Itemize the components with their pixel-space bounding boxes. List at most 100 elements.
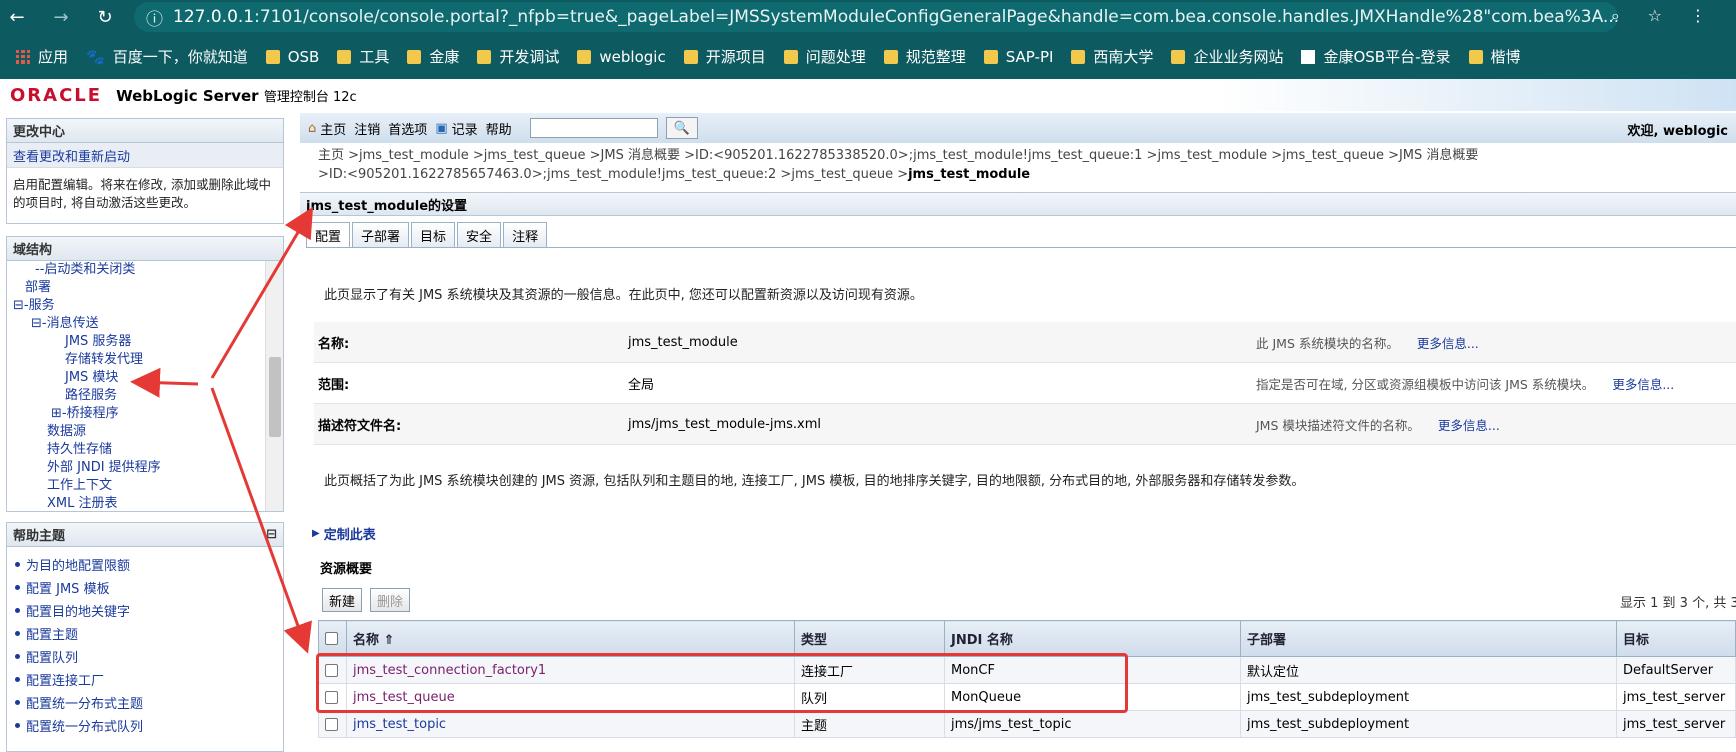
zoom-icon[interactable]: ⌕ (1611, 6, 1620, 26)
menu-icon[interactable]: ⋮ (1690, 6, 1706, 26)
tree-item-data-sources[interactable]: 数据源 (7, 423, 283, 441)
more-info-link[interactable]: 更多信息... (1612, 374, 1674, 393)
bullet-icon (15, 585, 20, 590)
column-jndi[interactable]: JNDI 名称 (944, 620, 1241, 657)
delete-button[interactable]: 删除 (370, 588, 411, 612)
property-help: 指定是否可在域, 分区或资源组模板中访问该 JMS 系统模块。 (1256, 376, 1595, 392)
help-link[interactable]: 配置目的地关键字 (15, 599, 277, 622)
tree-item-xml-registries[interactable]: XML 注册表 (7, 495, 283, 511)
more-info-link[interactable]: 更多信息... (1417, 333, 1479, 352)
bullet-icon (15, 562, 20, 567)
tree-item-work-contexts[interactable]: 工作上下文 (7, 477, 283, 495)
bookmark-star-icon[interactable]: ☆ (1648, 6, 1662, 26)
search-input[interactable] (529, 118, 658, 138)
column-name[interactable]: 名称 ⇑ (346, 620, 795, 657)
help-link[interactable]: 为目的地配置限额 (15, 553, 277, 576)
tree-item-path-services[interactable]: 路径服务 (7, 387, 283, 405)
forward-icon[interactable]: → (44, 0, 78, 34)
bookmark-folder[interactable]: 工具 (337, 46, 389, 67)
bookmark-apps[interactable]: 应用 (16, 46, 68, 67)
breadcrumb-path[interactable]: 主页 >jms_test_module >jms_test_queue >JMS… (318, 148, 1478, 182)
back-icon[interactable]: ← (0, 0, 34, 34)
bookmark-baidu[interactable]: 🐾 百度一下，你就知道 (86, 46, 248, 67)
tab-targets[interactable]: 目标 (411, 222, 456, 248)
tab-configuration[interactable]: 配置 (306, 222, 351, 248)
breadcrumb-current: jms_test_module (908, 167, 1031, 182)
bookmark-folder[interactable]: 规范整理 (883, 46, 966, 67)
help-link[interactable]: 配置队列 (15, 645, 277, 668)
bookmark-folder[interactable]: 金康 (407, 46, 459, 67)
bookmark-folder[interactable]: 楷博 (1468, 46, 1521, 67)
bullet-icon (15, 700, 20, 705)
property-label: 范围: (318, 377, 350, 393)
address-bar[interactable]: ⓘ 127.0.0.1:7101/console/console.portal?… (134, 2, 1618, 32)
home-link[interactable]: ⌂ 主页 (308, 119, 346, 138)
tree-item-persistent-stores[interactable]: 持久性存储 (7, 441, 283, 459)
property-label: 名称: (318, 336, 350, 352)
logout-link[interactable]: 注销 (354, 119, 380, 138)
resource-target: DefaultServer (1616, 656, 1736, 684)
tree-scrollbar[interactable] (265, 261, 283, 511)
help-link[interactable]: 帮助 (486, 119, 512, 138)
tree-item-services[interactable]: ⊟-服务 (7, 297, 283, 315)
bookmark-folder[interactable]: 西南大学 (1071, 46, 1153, 67)
bookmark-folder[interactable]: 开发调试 (477, 46, 559, 67)
column-type[interactable]: 类型 (794, 620, 945, 657)
bookmark-folder[interactable]: 企业业务网站 (1171, 46, 1283, 67)
tree-item-saf-agents[interactable]: 存储转发代理 (7, 351, 283, 369)
tree-item-bridges[interactable]: ⊞-桥接程序 (7, 405, 283, 423)
collapse-icon[interactable]: ⊟ (266, 527, 277, 542)
row-checkbox[interactable] (325, 663, 338, 677)
tree-item-deployments[interactable]: 部署 (7, 279, 283, 297)
property-row: 名称: jms_test_module 此 JMS 系统模块的名称。 更多信息..… (314, 322, 1736, 363)
folder-icon (683, 49, 698, 64)
tree-item-startup-classes[interactable]: --启动类和关闭类 (7, 261, 283, 279)
column-target[interactable]: 目标 (1616, 620, 1736, 657)
row-checkbox[interactable] (325, 717, 338, 731)
search-button[interactable]: 🔍 (665, 117, 698, 139)
bookmark-jinkang-osb[interactable]: 金康OSB平台-登录 (1301, 46, 1451, 67)
preferences-link[interactable]: 首选项 (388, 119, 427, 138)
property-value: jms_test_module (628, 334, 738, 350)
help-link[interactable]: 配置统一分布式队列 (15, 714, 277, 737)
view-changes-link[interactable]: 查看更改和重新启动 (7, 143, 283, 168)
tab-subdeployments[interactable]: 子部署 (352, 222, 410, 248)
bookmark-folder[interactable]: weblogic (577, 48, 666, 66)
help-link[interactable]: 配置连接工厂 (15, 668, 277, 691)
resource-name-link[interactable]: jms_test_topic (353, 717, 446, 732)
reload-icon[interactable]: ↻ (88, 0, 122, 34)
scrollbar-thumb[interactable] (269, 357, 281, 437)
help-link[interactable]: 配置统一分布式主题 (15, 691, 277, 714)
bookmark-folder[interactable]: 开源项目 (683, 46, 766, 67)
help-link[interactable]: 配置 JMS 模板 (15, 576, 277, 599)
tree-item-foreign-jndi[interactable]: 外部 JNDI 提供程序 (7, 459, 283, 477)
folder-icon (983, 49, 998, 64)
bullet-icon (15, 677, 20, 682)
bookmark-folder[interactable]: SAP-PI (983, 48, 1053, 66)
tree-item-jms-modules[interactable]: JMS 模块 (7, 369, 283, 387)
bookmark-folder[interactable]: 问题处理 (783, 46, 866, 67)
folder-icon (883, 49, 898, 64)
tab-security[interactable]: 安全 (457, 222, 502, 248)
help-topics-panel: 帮助主题 ⊟ 为目的地配置限额 配置 JMS 模板 配置目的地关键字 配置主题 配… (6, 522, 284, 752)
select-all-cell[interactable] (318, 620, 347, 657)
help-link[interactable]: 配置主题 (15, 622, 277, 645)
bullet-icon (15, 654, 20, 659)
tree-item-jms-servers[interactable]: JMS 服务器 (7, 333, 283, 351)
tab-notes[interactable]: 注释 (503, 222, 548, 248)
help-topics-title: 帮助主题 ⊟ (7, 523, 283, 547)
column-subdeployment[interactable]: 子部署 (1240, 620, 1617, 657)
bookmarks-bar: 应用 🐾 百度一下，你就知道 OSB 工具 金康 开发调试 weblogic 开源… (0, 34, 1736, 79)
new-button[interactable]: 新建 (322, 588, 363, 612)
breadcrumb: 主页 >jms_test_module >jms_test_queue >JMS… (318, 146, 1508, 184)
tree-item-messaging[interactable]: ⊟-消息传送 (7, 315, 283, 333)
record-link[interactable]: ▣ 记录 (435, 119, 477, 138)
more-info-link[interactable]: 更多信息... (1438, 415, 1500, 434)
resource-name-link[interactable]: jms_test_queue (353, 690, 455, 705)
customize-table-link[interactable]: ▶ 定制此表 (312, 524, 376, 543)
select-all-checkbox[interactable] (325, 632, 338, 645)
welcome-text: 欢迎, weblogic (1627, 124, 1728, 139)
resource-name-link[interactable]: jms_test_connection_factory1 (353, 663, 546, 678)
bookmark-folder[interactable]: OSB (265, 48, 319, 66)
row-checkbox[interactable] (325, 690, 338, 704)
